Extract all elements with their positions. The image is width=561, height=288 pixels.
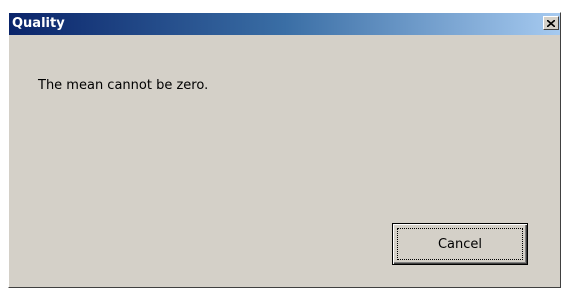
cancel-button[interactable]: Cancel [392, 223, 528, 265]
close-button[interactable] [543, 16, 559, 30]
close-icon [547, 19, 555, 27]
cancel-button-label: Cancel [437, 236, 483, 252]
title-bar[interactable]: Quality [9, 13, 560, 35]
dialog-window: Quality The mean cannot be zero. Cancel [8, 12, 561, 288]
dialog-message: The mean cannot be zero. [38, 78, 209, 93]
window-title: Quality [12, 16, 65, 31]
